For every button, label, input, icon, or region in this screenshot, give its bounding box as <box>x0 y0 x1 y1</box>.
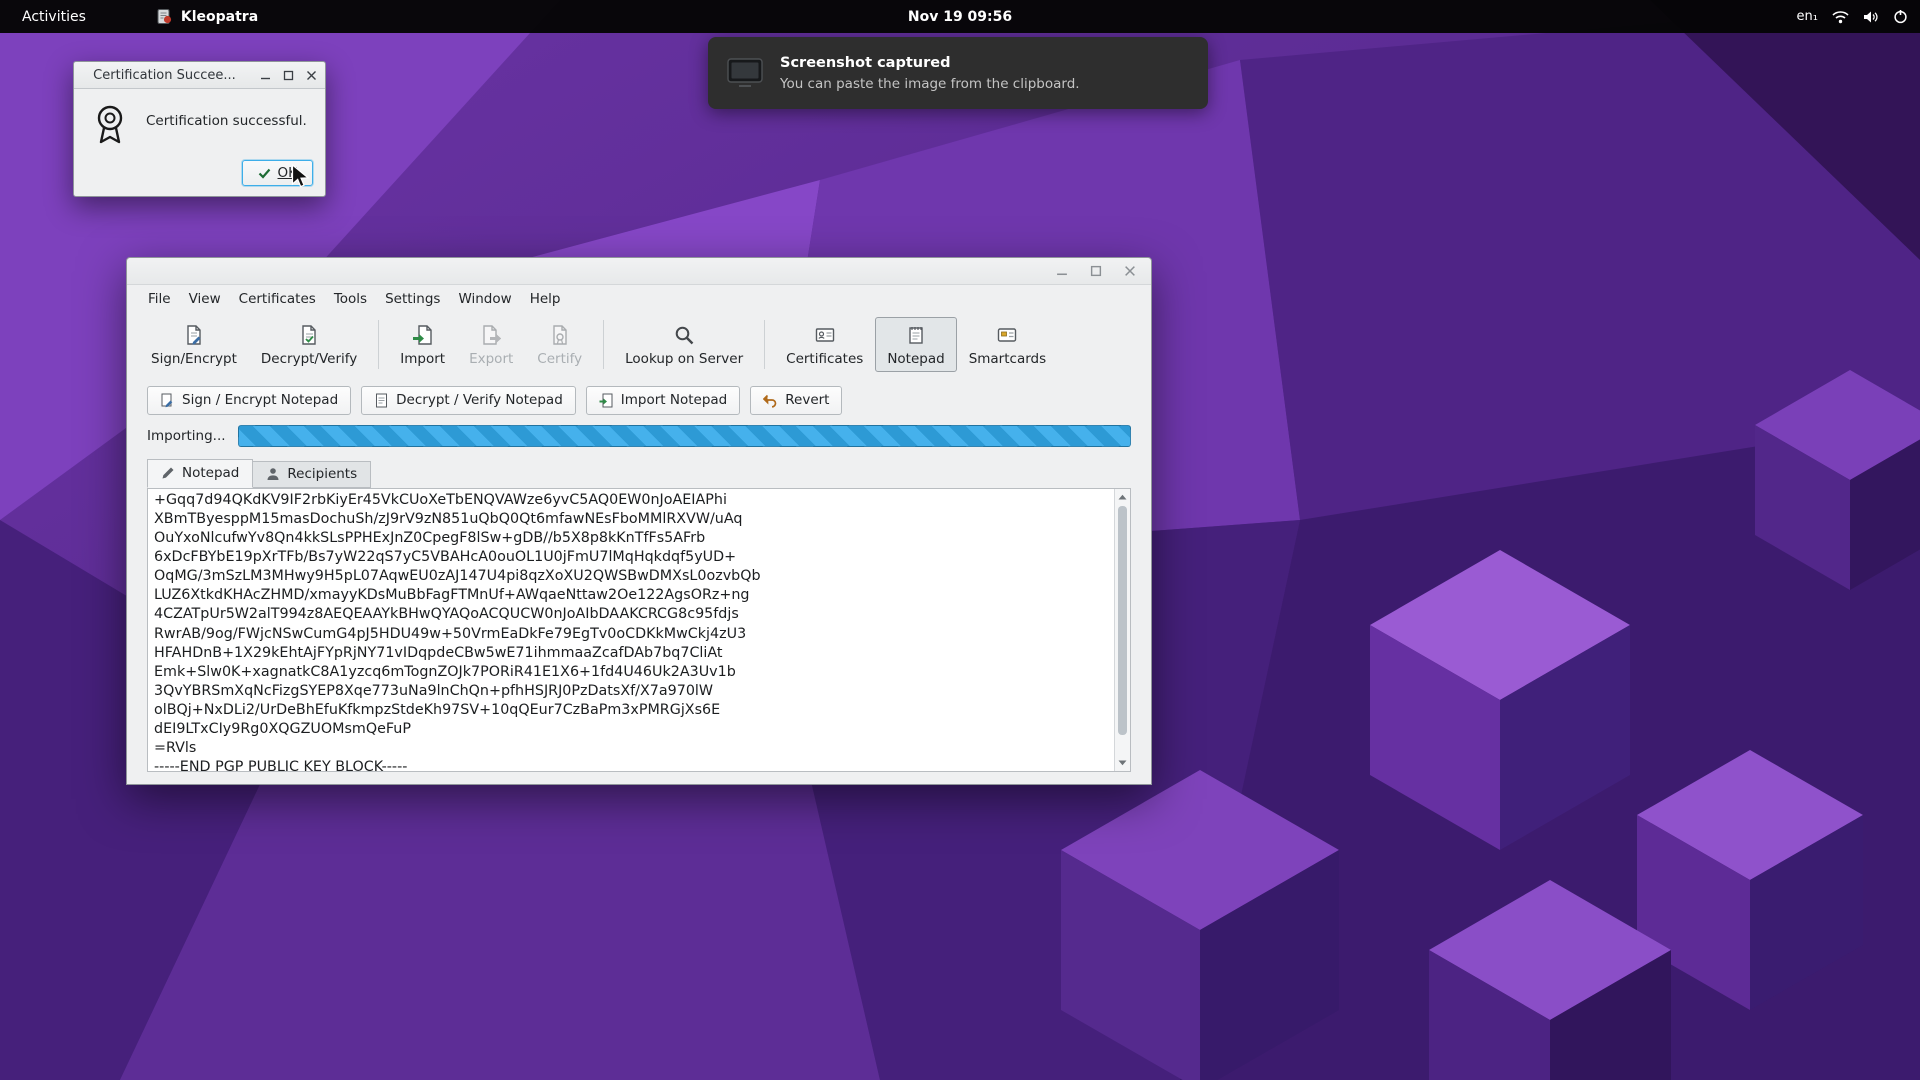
power-icon <box>1893 9 1908 24</box>
tab-bar: Notepad Recipients <box>147 459 1131 488</box>
menu-certificates[interactable]: Certificates <box>230 287 325 311</box>
lookup-on-server-button[interactable]: Lookup on Server <box>613 317 755 372</box>
top-bar: Activities Kleopatra Nov 19 09:56 en₁ <box>0 0 1920 33</box>
app-menu-button[interactable]: Kleopatra <box>156 8 258 25</box>
menu-settings[interactable]: Settings <box>376 287 449 311</box>
mouse-cursor <box>291 164 313 190</box>
decrypt-verify-icon <box>298 322 320 348</box>
notification-body: You can paste the image from the clipboa… <box>780 76 1080 92</box>
tab-recipients[interactable]: Recipients <box>253 461 371 488</box>
check-icon <box>258 168 271 179</box>
system-status-area[interactable]: en₁ <box>1797 0 1908 33</box>
toolbar-separator <box>378 320 379 369</box>
import-notepad-icon <box>599 393 614 408</box>
export-icon <box>480 322 502 348</box>
decrypt-verify-notepad-icon <box>374 393 389 408</box>
scrollbar-up-arrow[interactable] <box>1115 490 1130 505</box>
decrypt-verify-button[interactable]: Decrypt/Verify <box>249 317 369 372</box>
search-icon <box>673 322 695 348</box>
export-button: Export <box>457 317 525 372</box>
close-button[interactable] <box>1123 264 1137 278</box>
maximize-button[interactable] <box>281 68 295 82</box>
scrollbar-down-arrow[interactable] <box>1115 755 1130 770</box>
sign-encrypt-notepad-icon <box>160 393 175 408</box>
import-icon <box>412 322 434 348</box>
smartcard-icon <box>996 322 1018 348</box>
maximize-button[interactable] <box>1089 264 1103 278</box>
import-notepad-button[interactable]: Import Notepad <box>586 386 740 415</box>
sign-encrypt-icon <box>183 322 205 348</box>
certificates-icon <box>814 322 836 348</box>
dialog-titlebar[interactable]: Certification Succee... <box>74 62 325 89</box>
app-menu-label: Kleopatra <box>181 9 258 25</box>
menu-window[interactable]: Window <box>449 287 520 311</box>
person-icon <box>266 467 280 481</box>
scrollbar-thumb[interactable] <box>1118 506 1127 735</box>
certification-icon <box>88 101 132 149</box>
import-button[interactable]: Import <box>388 317 457 372</box>
pencil-icon <box>161 466 175 480</box>
revert-button[interactable]: Revert <box>750 386 842 415</box>
minimize-button[interactable] <box>258 68 272 82</box>
notification-title: Screenshot captured <box>780 55 1080 71</box>
revert-icon <box>763 393 778 408</box>
menu-tools[interactable]: Tools <box>325 287 376 311</box>
close-button[interactable] <box>304 68 318 82</box>
notepad-icon <box>905 322 927 348</box>
window-titlebar[interactable] <box>127 258 1151 285</box>
volume-icon <box>1863 10 1879 24</box>
desktop: Activities Kleopatra Nov 19 09:56 en₁ <box>0 0 1920 1080</box>
notepad-view-button[interactable]: Notepad <box>875 317 956 372</box>
certificates-view-button[interactable]: Certificates <box>774 317 875 372</box>
screenshot-icon <box>726 57 764 89</box>
tab-notepad[interactable]: Notepad <box>147 459 253 488</box>
menu-view[interactable]: View <box>180 287 230 311</box>
toolbar-separator <box>764 320 765 369</box>
progress-bar <box>238 425 1131 447</box>
sign-encrypt-notepad-button[interactable]: Sign / Encrypt Notepad <box>147 386 351 415</box>
import-progress: Importing... <box>147 425 1131 447</box>
certify-icon <box>549 322 571 348</box>
menu-file[interactable]: File <box>139 287 180 311</box>
decrypt-verify-notepad-button[interactable]: Decrypt / Verify Notepad <box>361 386 576 415</box>
clock[interactable]: Nov 19 09:56 <box>908 9 1012 25</box>
toolbar-separator <box>603 320 604 369</box>
minimize-button[interactable] <box>1055 264 1069 278</box>
scrollbar[interactable] <box>1114 489 1130 771</box>
notepad-actions: Sign / Encrypt Notepad Decrypt / Verify … <box>147 386 1131 415</box>
menu-bar: File View Certificates Tools Settings Wi… <box>127 285 1151 311</box>
activities-button[interactable]: Activities <box>0 0 108 33</box>
dialog-title: Certification Succee... <box>74 68 255 83</box>
toolbar: Sign/Encrypt Decrypt/Verify Import Expor <box>127 312 1151 379</box>
wifi-icon <box>1832 10 1849 24</box>
smartcards-view-button[interactable]: Smartcards <box>957 317 1058 372</box>
notification[interactable]: Screenshot captured You can paste the im… <box>708 37 1208 109</box>
activities-label: Activities <box>22 9 86 25</box>
kleopatra-window: File View Certificates Tools Settings Wi… <box>126 257 1152 785</box>
notepad-text-area[interactable]: +Gqq7d94QKdKV9IF2rbKiyEr45VkCUoXeTbENQVA… <box>148 489 1114 771</box>
notepad-frame: +Gqq7d94QKdKV9IF2rbKiyEr45VkCUoXeTbENQVA… <box>147 488 1131 772</box>
certification-dialog: Certification Succee... Certification su… <box>73 61 326 197</box>
progress-label: Importing... <box>147 428 226 444</box>
certify-button: Certify <box>525 317 594 372</box>
sign-encrypt-button[interactable]: Sign/Encrypt <box>139 317 249 372</box>
dialog-message: Certification successful. <box>146 101 307 129</box>
menu-help[interactable]: Help <box>521 287 570 311</box>
kleopatra-icon <box>156 8 173 25</box>
keyboard-layout-indicator[interactable]: en₁ <box>1797 9 1818 24</box>
